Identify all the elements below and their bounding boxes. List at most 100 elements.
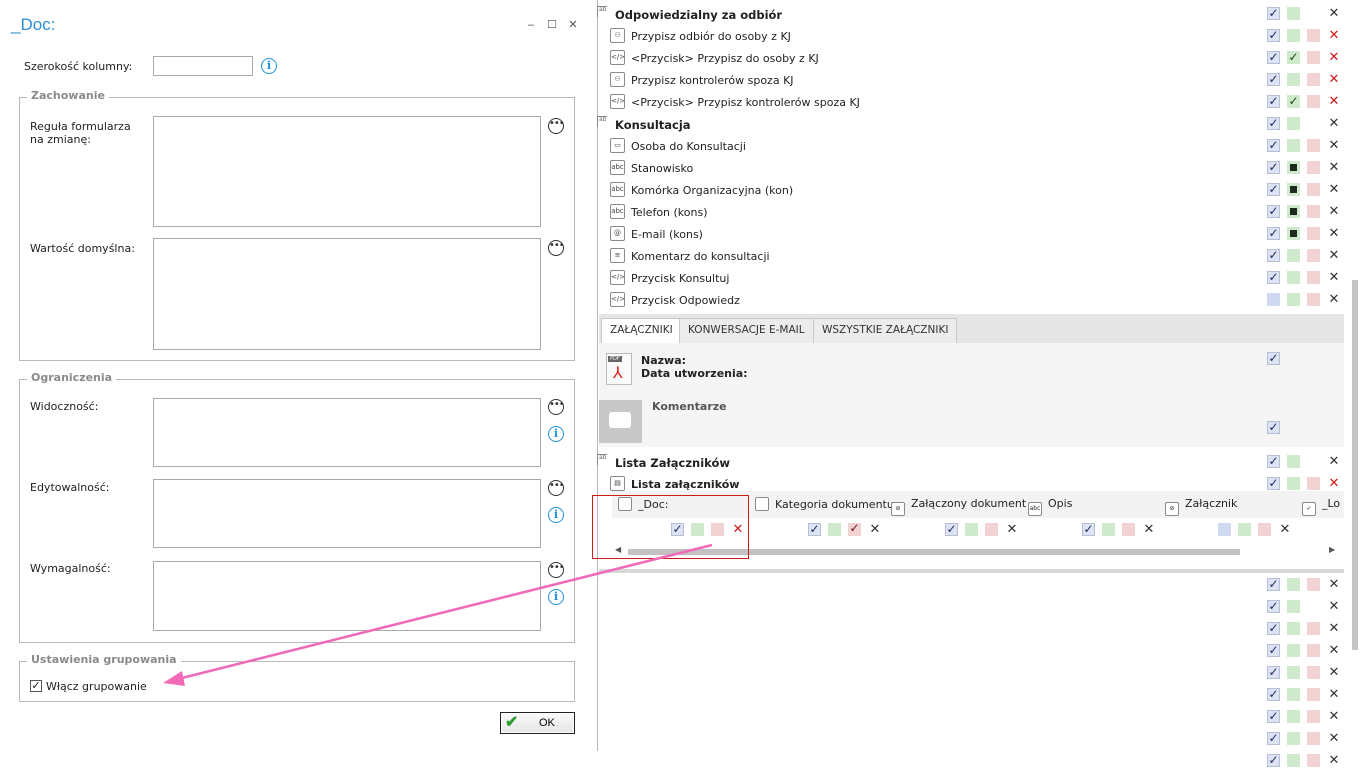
read-checkbox[interactable]: ✓ (1267, 73, 1280, 86)
edit-toggle[interactable] (1287, 666, 1300, 679)
tools-icon[interactable]: ✕ (1327, 666, 1341, 680)
tools-icon[interactable]: ✕ (1327, 477, 1341, 491)
read-checkbox[interactable]: ✓ (1267, 7, 1280, 20)
more-options-icon[interactable]: ••• (548, 399, 565, 415)
tools-icon[interactable]: ✕ (1327, 710, 1341, 724)
tools-icon[interactable]: ✕ (1327, 117, 1341, 131)
read-checkbox[interactable]: ✓ (1267, 600, 1280, 613)
edit-toggle[interactable] (1287, 227, 1300, 240)
column-header-lo[interactable]: ✓ _Lo (1302, 497, 1340, 516)
edit-toggle[interactable] (1287, 754, 1300, 767)
read-checkbox[interactable]: ✓ (1267, 644, 1280, 657)
tools-icon[interactable]: ✕ (1327, 227, 1341, 241)
read-checkbox[interactable] (1218, 523, 1231, 536)
tools-icon[interactable]: ✕ (1327, 51, 1341, 65)
column-header-description[interactable]: abc Opis (1028, 497, 1072, 516)
required-toggle[interactable] (1307, 139, 1320, 152)
edit-toggle[interactable]: ✓ (1287, 51, 1300, 64)
required-toggle[interactable] (1307, 73, 1320, 86)
required-toggle[interactable] (1307, 249, 1320, 262)
edit-toggle[interactable] (1238, 523, 1251, 536)
close-icon[interactable]: ✕ (567, 18, 579, 31)
edit-toggle[interactable] (1102, 523, 1115, 536)
tab-attachments[interactable]: ZAŁĄCZNIKI (601, 318, 682, 343)
read-checkbox[interactable]: ✓ (1267, 732, 1280, 745)
minimize-icon[interactable]: ‒ (525, 18, 537, 31)
read-checkbox[interactable]: ✓ (1267, 688, 1280, 701)
tools-icon[interactable]: ✕ (1278, 523, 1292, 537)
edit-toggle[interactable] (828, 523, 841, 536)
required-toggle[interactable] (1307, 477, 1320, 490)
tools-icon[interactable]: ✕ (1327, 732, 1341, 746)
edit-toggle[interactable] (1287, 732, 1300, 745)
read-checkbox[interactable]: ✓ (1082, 523, 1095, 536)
edit-toggle[interactable] (1287, 73, 1300, 86)
edit-toggle[interactable] (1287, 271, 1300, 284)
maximize-icon[interactable]: ☐ (546, 18, 558, 31)
tools-icon[interactable]: ✕ (1327, 249, 1341, 263)
column-header-attached-document[interactable]: ⊘ Załączony dokument (891, 497, 1026, 516)
required-toggle[interactable] (1307, 710, 1320, 723)
tools-icon[interactable]: ✕ (1327, 7, 1341, 21)
read-checkbox[interactable]: ✓ (1267, 477, 1280, 490)
edit-toggle[interactable] (1287, 622, 1300, 635)
permission-checkbox[interactable]: ✓ (1267, 352, 1280, 365)
tools-icon[interactable]: ✕ (1327, 73, 1341, 87)
required-toggle[interactable] (1307, 688, 1320, 701)
required-toggle[interactable] (1307, 293, 1320, 306)
column-header-category[interactable]: Kategoria dokumentu (755, 497, 894, 511)
tools-icon[interactable]: ✕ (1327, 271, 1341, 285)
read-checkbox[interactable]: ✓ (1267, 51, 1280, 64)
read-checkbox[interactable]: ✓ (1267, 117, 1280, 130)
edit-toggle[interactable] (1287, 688, 1300, 701)
read-checkbox[interactable]: ✓ (1267, 95, 1280, 108)
tools-icon[interactable]: ✕ (1327, 600, 1341, 614)
read-checkbox[interactable]: ✓ (1267, 161, 1280, 174)
read-checkbox[interactable]: ✓ (1267, 205, 1280, 218)
required-toggle[interactable] (1307, 227, 1320, 240)
tools-icon[interactable]: ✕ (1327, 139, 1341, 153)
read-checkbox[interactable]: ✓ (1267, 249, 1280, 262)
required-toggle[interactable] (1307, 183, 1320, 196)
info-icon[interactable]: i (548, 507, 564, 523)
required-field[interactable] (153, 561, 541, 631)
required-toggle[interactable] (1307, 205, 1320, 218)
tools-icon[interactable]: ✕ (1327, 95, 1341, 109)
column-header-attachment[interactable]: ⊘ Załącznik (1165, 497, 1237, 516)
read-checkbox[interactable]: ✓ (1267, 578, 1280, 591)
read-checkbox[interactable]: ✓ (1267, 455, 1280, 468)
vertical-scrollbar[interactable] (1352, 280, 1358, 650)
default-value-field[interactable] (153, 238, 541, 350)
enable-grouping-checkbox[interactable]: ✓ (30, 680, 42, 692)
read-checkbox[interactable]: ✓ (808, 523, 821, 536)
info-icon[interactable]: i (548, 426, 564, 442)
read-checkbox[interactable]: ✓ (1267, 754, 1280, 767)
tools-icon[interactable]: ✕ (1327, 688, 1341, 702)
edit-toggle[interactable] (1287, 7, 1300, 20)
tools-icon[interactable]: ✕ (1327, 622, 1341, 636)
required-toggle[interactable] (1307, 95, 1320, 108)
scroll-right-icon[interactable]: ▶ (1329, 545, 1335, 554)
edit-toggle[interactable] (1287, 710, 1300, 723)
more-options-icon[interactable]: ••• (548, 240, 565, 256)
form-rule-field[interactable] (153, 116, 541, 227)
column-width-input[interactable] (153, 56, 253, 76)
required-toggle[interactable] (1307, 161, 1320, 174)
tools-icon[interactable]: ✕ (868, 523, 882, 537)
tools-icon[interactable]: ✕ (1327, 293, 1341, 307)
read-checkbox[interactable] (1267, 293, 1280, 306)
tools-icon[interactable]: ✕ (1327, 578, 1341, 592)
tools-icon[interactable]: ✕ (1142, 523, 1156, 537)
permission-checkbox[interactable]: ✓ (1267, 421, 1280, 434)
required-toggle[interactable] (1307, 29, 1320, 42)
tools-icon[interactable]: ✕ (1327, 161, 1341, 175)
edit-toggle[interactable] (1287, 117, 1300, 130)
edit-toggle[interactable]: ✓ (1287, 95, 1300, 108)
required-toggle[interactable] (1307, 666, 1320, 679)
tab-all-attachments[interactable]: WSZYSTKIE ZAŁĄCZNIKI (813, 318, 958, 343)
required-toggle[interactable] (1307, 622, 1320, 635)
ok-button[interactable]: ✔ OK (500, 712, 575, 734)
tools-icon[interactable]: ✕ (1327, 754, 1341, 768)
edit-toggle[interactable] (1287, 455, 1300, 468)
edit-toggle[interactable] (1287, 477, 1300, 490)
